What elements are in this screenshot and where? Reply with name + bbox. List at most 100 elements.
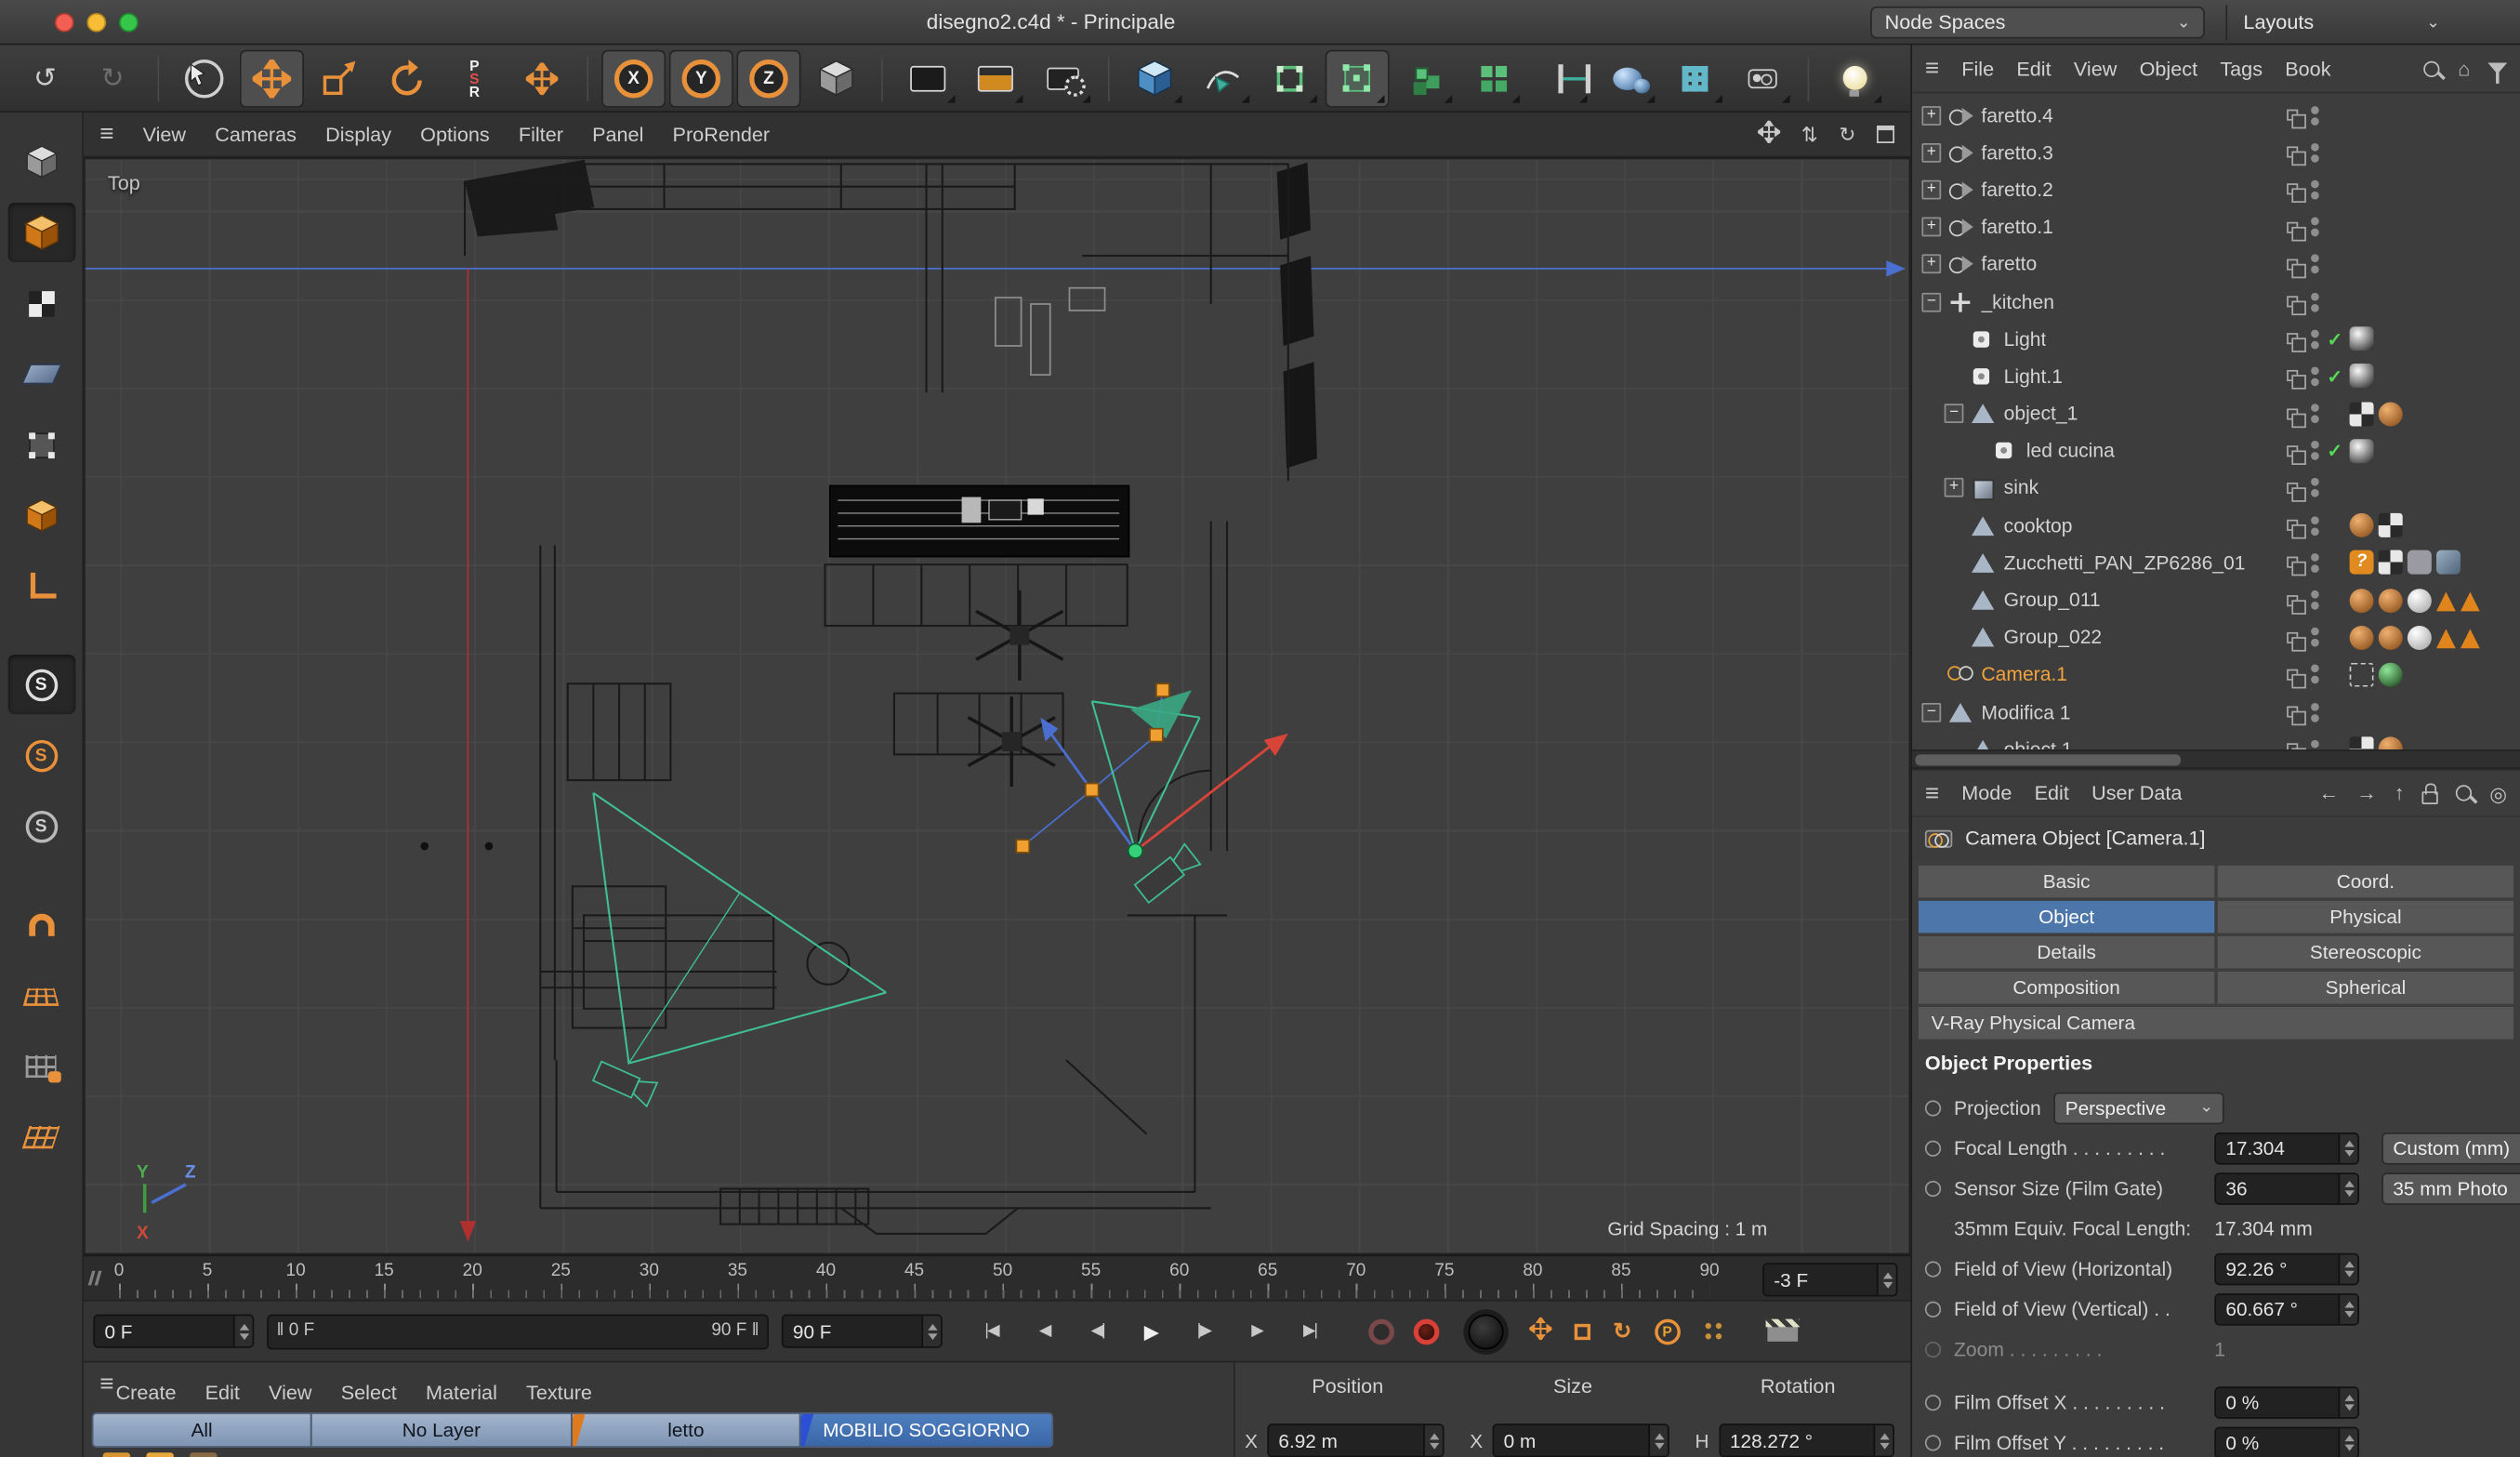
brown-tag-icon[interactable]: [2350, 588, 2374, 612]
live-selection-button[interactable]: [172, 49, 236, 107]
generator-cage-button[interactable]: [1326, 49, 1390, 107]
viewport-canvas[interactable]: Top Grid Spacing : 1 m Y Z X: [84, 158, 1910, 1255]
go-to-end-button[interactable]: ▶|: [1284, 1310, 1337, 1352]
history-back-icon[interactable]: ←: [2318, 782, 2339, 804]
menu-view[interactable]: View: [269, 1382, 311, 1404]
visibility-toggles[interactable]: [2287, 665, 2319, 684]
menu-options[interactable]: Options: [420, 123, 490, 145]
pan-view-icon[interactable]: [1758, 121, 1780, 148]
record-button[interactable]: [1368, 1318, 1394, 1344]
property-input[interactable]: 17.304: [2214, 1132, 2359, 1164]
render-preview-slate-button[interactable]: [1765, 1319, 1799, 1344]
expander-icon[interactable]: −: [1921, 702, 1941, 722]
autokey-button[interactable]: [1414, 1318, 1440, 1344]
object-tree-scrollbar[interactable]: [1912, 749, 2520, 769]
render-settings-button[interactable]: [1031, 49, 1095, 107]
tab-details[interactable]: Details: [1919, 936, 2214, 969]
menu-texture[interactable]: Texture: [526, 1382, 592, 1404]
brown-tag-icon[interactable]: [2350, 513, 2374, 537]
object-label[interactable]: Light: [2004, 327, 2047, 350]
menu-edit[interactable]: Edit: [205, 1382, 240, 1404]
visibility-dots[interactable]: [2311, 404, 2319, 423]
tri-tag-icon[interactable]: [2436, 591, 2456, 611]
visibility-toggles[interactable]: [2287, 553, 2319, 573]
object-row-cooktop[interactable]: cooktop: [1912, 507, 2520, 544]
expander-icon[interactable]: +: [1921, 218, 1941, 237]
timeline-ruler[interactable]: 051015202530354045505560657075808590 -3 …: [84, 1254, 1910, 1299]
object-label[interactable]: Modifica 1: [1981, 701, 2070, 723]
object-label[interactable]: Group_022: [2004, 626, 2103, 648]
layer-button-no-layer[interactable]: No Layer: [310, 1412, 571, 1448]
tab-spherical[interactable]: Spherical: [2218, 972, 2513, 1004]
current-frame-field[interactable]: -3 F: [1762, 1263, 1897, 1296]
go-to-start-button[interactable]: |◀: [965, 1310, 1018, 1352]
property-input[interactable]: 92.26 °: [2214, 1252, 2359, 1285]
lock-workplane-button[interactable]: [7, 1036, 75, 1095]
end-frame-field[interactable]: 90 F: [782, 1314, 943, 1347]
visibility-dots[interactable]: [2311, 739, 2319, 749]
layer-button-all[interactable]: All: [92, 1412, 310, 1448]
expander-icon[interactable]: −: [1945, 404, 1964, 423]
object-label[interactable]: faretto.3: [1981, 141, 2052, 164]
hamburger-icon[interactable]: ≡: [1925, 781, 1939, 805]
object-label[interactable]: object_1: [2004, 403, 2078, 425]
brown-tag-icon[interactable]: [2379, 737, 2403, 749]
model-mode-button[interactable]: [7, 203, 75, 262]
key-rotation-button[interactable]: ↻: [1613, 1318, 1631, 1344]
snap-modes-button[interactable]: S: [7, 725, 75, 785]
object-row-light-1[interactable]: Light.1✓: [1912, 358, 2520, 395]
object-row-faretto-3[interactable]: + faretto.3: [1912, 134, 2520, 171]
value-stepper[interactable]: [2339, 1387, 2358, 1416]
projection-select[interactable]: Perspective⌄: [2054, 1092, 2224, 1124]
redo-button[interactable]: ↻: [81, 49, 145, 107]
object-row-object-1[interactable]: object 1: [1912, 731, 2520, 749]
tri-tag-icon[interactable]: [2436, 629, 2456, 648]
hamburger-icon[interactable]: ≡: [1925, 57, 1939, 81]
visibility-dots[interactable]: [2311, 180, 2319, 200]
polygons-mode-button[interactable]: [7, 485, 75, 545]
enabled-check-icon[interactable]: ✓: [2327, 327, 2342, 350]
expander-icon[interactable]: +: [1921, 143, 1941, 163]
cloner-button[interactable]: [1392, 49, 1457, 107]
visibility-toggles[interactable]: [2287, 105, 2319, 125]
zoom-window-button[interactable]: [119, 13, 139, 33]
gray-tag-icon[interactable]: [2408, 550, 2432, 575]
layer-squares-icon[interactable]: [2287, 221, 2298, 232]
object-label[interactable]: faretto.4: [1981, 104, 2052, 126]
hamburger-icon[interactable]: ≡: [99, 122, 113, 146]
green-tag-icon[interactable]: [2379, 663, 2403, 687]
checker-tag-icon[interactable]: [2379, 513, 2403, 537]
menu-user-data[interactable]: User Data: [2091, 782, 2182, 804]
menu-book[interactable]: Book: [2285, 57, 2330, 79]
visibility-dots[interactable]: [2311, 218, 2319, 237]
keyframe-dot[interactable]: [1925, 1301, 1941, 1317]
object-label[interactable]: _kitchen: [1981, 290, 2054, 312]
last-tool-psr-button[interactable]: PSR: [442, 49, 507, 107]
layer-squares-icon[interactable]: [2287, 184, 2298, 195]
layer-squares-icon[interactable]: [2287, 707, 2298, 718]
visibility-toggles[interactable]: [2287, 628, 2319, 647]
tri-tag-icon[interactable]: [2461, 629, 2480, 648]
material-thumbnail[interactable]: [146, 1452, 173, 1457]
dashed-tag-icon[interactable]: [2350, 663, 2374, 687]
keyframe-dot[interactable]: [1925, 1261, 1941, 1277]
object-row-led-cucina[interactable]: led cucina✓: [1912, 432, 2520, 470]
menu-mode[interactable]: Mode: [1961, 782, 2012, 804]
array-button[interactable]: [1460, 49, 1524, 107]
tab-physical[interactable]: Physical: [2218, 901, 2513, 934]
menu-create[interactable]: Create: [116, 1382, 177, 1404]
visibility-dots[interactable]: [2311, 255, 2319, 274]
layer-squares-icon[interactable]: [2287, 557, 2298, 568]
previous-frame-button[interactable]: ◀|: [1071, 1310, 1124, 1352]
white-tag-icon[interactable]: [2408, 626, 2432, 650]
object-label[interactable]: faretto.2: [1981, 179, 2052, 201]
visibility-toggles[interactable]: [2287, 329, 2319, 349]
value-stepper[interactable]: [1874, 1425, 1893, 1456]
object-row-camera-1[interactable]: Camera.1: [1912, 656, 2520, 694]
property-input[interactable]: 36: [2214, 1172, 2359, 1204]
visibility-dots[interactable]: [2311, 105, 2319, 125]
maximize-view-icon[interactable]: [1877, 126, 1894, 143]
menu-cameras[interactable]: Cameras: [215, 123, 297, 145]
layer-squares-icon[interactable]: [2287, 669, 2298, 681]
keyframe-dot[interactable]: [1925, 1180, 1941, 1196]
